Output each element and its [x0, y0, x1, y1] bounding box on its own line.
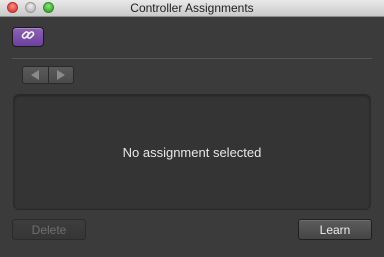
divider [12, 58, 372, 59]
next-assignment-button[interactable] [47, 67, 74, 83]
controller-assignments-window: Controller Assignments No assignment sel… [0, 0, 384, 257]
assignment-panel: No assignment selected [13, 94, 371, 210]
previous-assignment-button[interactable] [23, 67, 48, 83]
link-button[interactable] [12, 27, 44, 47]
window-title: Controller Assignments [130, 1, 254, 15]
left-arrow-icon [31, 70, 40, 80]
link-icon [20, 27, 36, 48]
right-arrow-icon [56, 70, 65, 80]
delete-button[interactable]: Delete [12, 219, 86, 240]
learn-button[interactable]: Learn [298, 219, 372, 240]
empty-state-message: No assignment selected [122, 144, 262, 160]
assignment-navigation [22, 66, 74, 84]
title-bar[interactable]: Controller Assignments [0, 0, 384, 17]
